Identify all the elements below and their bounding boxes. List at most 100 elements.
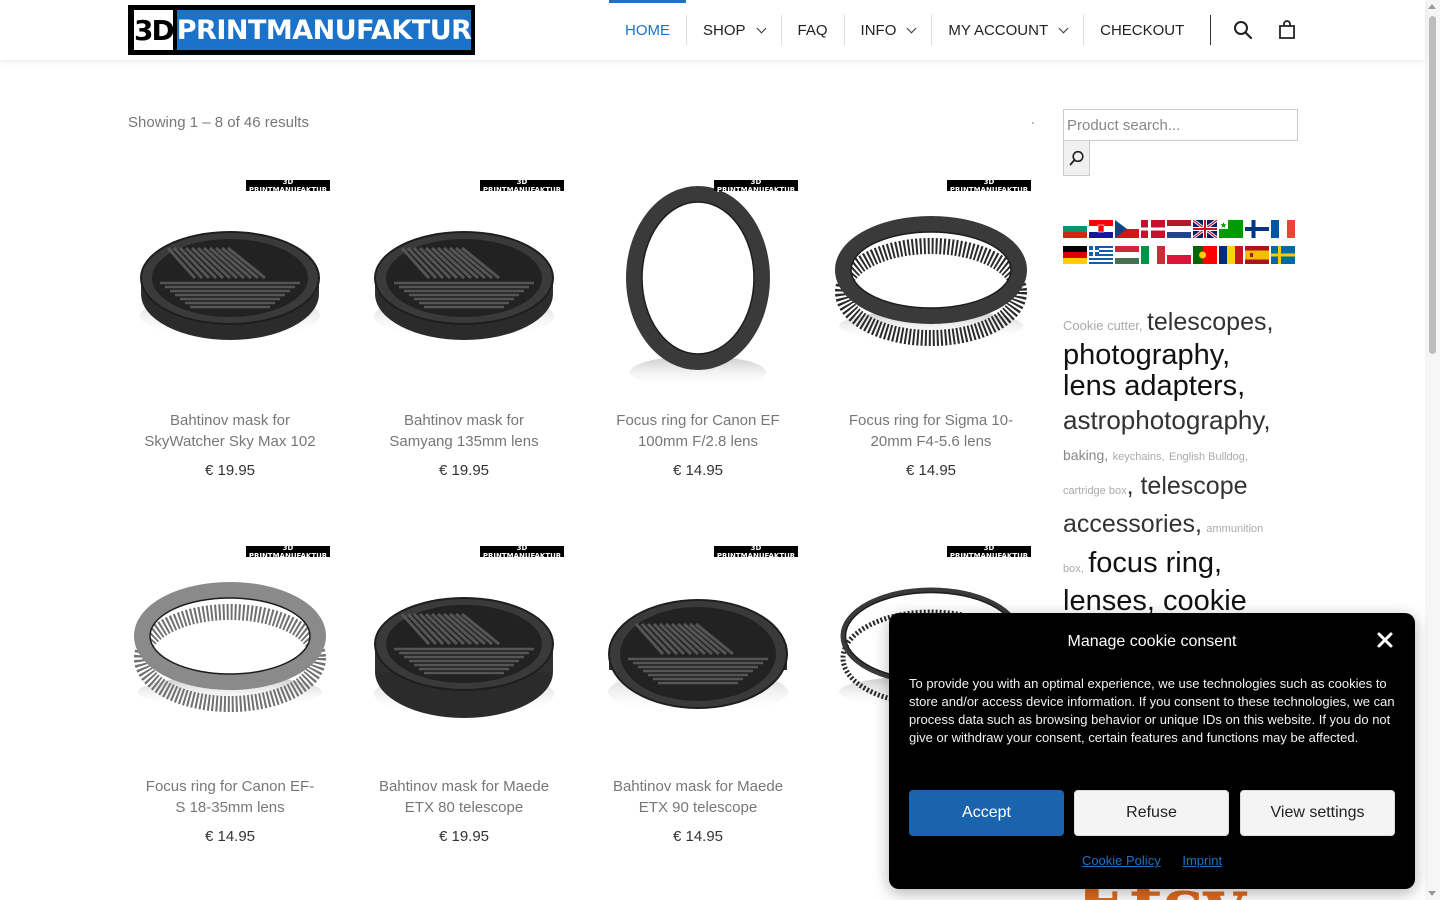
ordering-dropdown[interactable]	[1032, 122, 1034, 124]
tag-link[interactable]: Cookie cutter,	[1063, 318, 1143, 333]
product-image-link[interactable]: 3D PRINTMANUFAKTUR	[829, 178, 1033, 382]
product-title[interactable]: Bahtinov mask for SkyWatcher Sky Max 102	[128, 410, 332, 452]
tag-link[interactable]: , telescope	[1127, 472, 1248, 500]
flag-nl-icon[interactable]	[1167, 220, 1191, 238]
flag-fr-icon[interactable]	[1271, 220, 1295, 238]
cart-icon[interactable]	[1265, 0, 1309, 60]
tag-link[interactable]: keychains,	[1113, 451, 1165, 463]
tag-link[interactable]: focus ring,	[1088, 547, 1222, 579]
flag-gb-icon[interactable]	[1193, 220, 1217, 238]
imprint-link[interactable]: Imprint	[1182, 853, 1222, 868]
tag-link[interactable]: baking,	[1063, 447, 1108, 463]
scroll-up-arrow[interactable]	[1428, 4, 1436, 9]
brand-badge: 3D PRINTMANUFAKTUR	[480, 544, 564, 560]
flag-hr-icon[interactable]	[1089, 220, 1113, 238]
tag-link[interactable]: lens adapters,	[1063, 372, 1298, 401]
flag-de-icon[interactable]	[1063, 246, 1087, 264]
chevron-down-icon	[906, 23, 917, 33]
nav-home[interactable]: HOME	[609, 0, 686, 60]
flag-bg-icon[interactable]	[1063, 220, 1087, 238]
product-price: € 14.95	[672, 828, 724, 845]
flag-es-icon[interactable]	[1245, 246, 1269, 264]
logo-3d-mark: 3D	[134, 10, 175, 50]
nav-shop[interactable]: SHOP	[687, 0, 781, 60]
nav-info[interactable]: INFO	[845, 0, 932, 60]
flag-dk-icon[interactable]	[1141, 220, 1165, 238]
product-price: € 19.95	[438, 462, 490, 479]
product-price: € 14.95	[905, 462, 957, 479]
product-title[interactable]: Focus ring for Canon EF 100mm F/2.8 lens	[596, 410, 800, 452]
product-card[interactable]: 3D PRINTMANUFAKTUR Focus ring for Canon E…	[596, 178, 800, 479]
refuse-button[interactable]: Refuse	[1074, 790, 1229, 836]
flag-pt-icon[interactable]	[1193, 246, 1217, 264]
flag-it-icon[interactable]	[1141, 246, 1165, 264]
product-card[interactable]: 3D PRINTMANUFAKTUR Bahtinov mask for Samy…	[362, 178, 566, 479]
scroll-thumb[interactable]	[1429, 16, 1436, 354]
product-search-input[interactable]: Product search...	[1063, 109, 1298, 141]
cookie-policy-link[interactable]: Cookie Policy	[1082, 853, 1161, 868]
search-submit-button[interactable]	[1063, 140, 1090, 176]
product-title[interactable]: Focus ring for Sigma 10-20mm F4-5.6 lens	[829, 410, 1033, 452]
flag-fi-icon[interactable]	[1245, 220, 1269, 238]
product-title[interactable]: Bahtinov mask for Maede ETX 90 telescope	[596, 776, 800, 818]
flag-cz-icon[interactable]	[1115, 220, 1139, 238]
accept-button[interactable]: Accept	[909, 790, 1064, 836]
language-switcher	[1063, 220, 1303, 272]
product-card[interactable]: 3D PRINTMANUFAKTUR Focus ring for Canon E…	[128, 544, 332, 845]
product-image-link[interactable]: 3D PRINTMANUFAKTUR	[596, 178, 800, 388]
tag-link[interactable]: lenses, cookie	[1063, 587, 1298, 616]
product-title[interactable]: Bahtinov mask for Maede ETX 80 telescope	[362, 776, 566, 818]
product-image-link[interactable]: 3D PRINTMANUFAKTUR	[362, 178, 566, 382]
brand-badge: 3D PRINTMANUFAKTUR	[480, 178, 564, 194]
flag-hu-icon[interactable]	[1115, 246, 1139, 264]
brand-badge: 3D PRINTMANUFAKTUR	[714, 544, 798, 560]
product-image-link[interactable]: 3D PRINTMANUFAKTUR	[128, 178, 332, 382]
site-logo[interactable]: 3D PRINTMANUFAKTUR	[128, 5, 475, 55]
close-icon[interactable]	[1376, 631, 1394, 649]
flag-se-icon[interactable]	[1271, 246, 1295, 264]
tag-link[interactable]: telescopes,	[1147, 308, 1273, 336]
product-image	[608, 599, 788, 714]
product-image	[374, 231, 554, 340]
flag-eo-icon[interactable]	[1219, 220, 1243, 238]
chevron-down-icon	[756, 23, 766, 33]
search-icon[interactable]	[1221, 0, 1265, 60]
tag-link[interactable]: accessories,	[1063, 510, 1202, 538]
product-card[interactable]: 3D PRINTMANUFAKTUR Bahtinov mask for SkyW…	[128, 178, 332, 479]
product-image-link[interactable]: 3D PRINTMANUFAKTUR	[596, 544, 800, 748]
nav-divider	[1210, 15, 1212, 45]
flag-pl-icon[interactable]	[1167, 246, 1191, 264]
product-price: € 19.95	[438, 828, 490, 845]
product-image	[626, 186, 770, 388]
brand-badge: 3D PRINTMANUFAKTUR	[947, 544, 1031, 560]
product-title[interactable]: Focus ring for Canon EF-S 18-35mm lens	[128, 776, 332, 818]
tag-link[interactable]: cartridge box	[1063, 485, 1127, 497]
tag-link[interactable]: box,	[1063, 563, 1084, 575]
page-scrollbar[interactable]	[1425, 0, 1440, 900]
tag-link[interactable]: astrophotography,	[1063, 407, 1298, 433]
product-card[interactable]: 3D PRINTMANUFAKTUR Bahtinov mask for Maed…	[362, 544, 566, 845]
view-settings-button[interactable]: View settings	[1240, 790, 1395, 836]
tag-link[interactable]: ammunition	[1206, 523, 1263, 535]
tag-link[interactable]: English Bulldog,	[1169, 451, 1248, 463]
flag-ro-icon[interactable]	[1219, 246, 1243, 264]
product-card[interactable]: 3D PRINTMANUFAKTUR Focus ring for Sigma 1…	[829, 178, 1033, 479]
nav-faq[interactable]: FAQ	[782, 0, 844, 60]
search-icon	[1069, 150, 1084, 166]
product-price: € 14.95	[672, 462, 724, 479]
nav-my-account[interactable]: MY ACCOUNT	[932, 0, 1083, 60]
tag-cloud: Cookie cutter, telescopes, photography, …	[1063, 310, 1298, 616]
cookie-description: To provide you with an optimal experienc…	[909, 676, 1395, 745]
brand-badge: 3D PRINTMANUFAKTUR	[246, 178, 330, 194]
cookie-title: Manage cookie consent	[1067, 633, 1237, 650]
product-image-link[interactable]: 3D PRINTMANUFAKTUR	[128, 544, 332, 748]
product-card[interactable]: 3D PRINTMANUFAKTUR Bahtinov mask for Maed…	[596, 544, 800, 845]
product-image-link[interactable]: 3D PRINTMANUFAKTUR	[362, 544, 566, 748]
product-title[interactable]: Bahtinov mask for Samyang 135mm lens	[362, 410, 566, 452]
tag-link[interactable]: photography,	[1063, 341, 1298, 370]
nav-checkout[interactable]: CHECKOUT	[1084, 0, 1200, 60]
brand-badge: 3D PRINTMANUFAKTUR	[246, 544, 330, 560]
flag-gr-icon[interactable]	[1089, 246, 1113, 264]
product-image	[134, 582, 326, 712]
scroll-down-arrow[interactable]	[1428, 891, 1436, 896]
